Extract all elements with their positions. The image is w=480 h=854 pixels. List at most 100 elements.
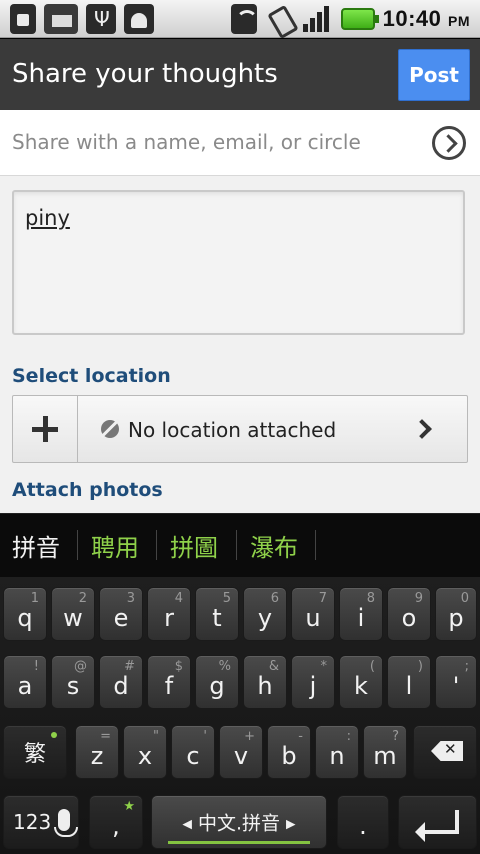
enter-icon	[419, 810, 459, 834]
key-label: x	[137, 742, 153, 770]
location-value: No location attached	[128, 418, 337, 442]
key-apostrophe[interactable]: ; '	[435, 655, 477, 709]
lock-icon	[10, 4, 36, 34]
key-r[interactable]: 4r	[147, 587, 191, 641]
period-key[interactable]: .	[337, 795, 389, 849]
key-label: a	[17, 672, 33, 700]
share-with-row[interactable]: Share with a name, email, or circle	[0, 110, 480, 176]
key-g[interactable]: % g	[195, 655, 239, 709]
space-indicator	[168, 841, 310, 844]
select-location-label: Select location	[12, 365, 171, 387]
backspace-key[interactable]	[413, 725, 477, 779]
chevron-right-icon[interactable]	[412, 419, 432, 439]
candidate-divider	[156, 530, 157, 560]
key-label: n	[329, 742, 345, 770]
no-location-icon	[101, 420, 119, 438]
traditional-chinese-key[interactable]: 繁	[3, 725, 67, 779]
numbers-voice-key[interactable]: 123	[3, 795, 79, 849]
key-b[interactable]: -b	[267, 725, 311, 779]
key-label: i	[357, 604, 365, 632]
enter-key[interactable]	[398, 795, 477, 849]
key-h[interactable]: & h	[243, 655, 287, 709]
key-y[interactable]: 6y	[243, 587, 287, 641]
candidate-item[interactable]: 拼圖	[170, 528, 218, 563]
compose-form: Share with a name, email, or circle piny…	[0, 110, 480, 513]
post-button[interactable]: Post	[398, 49, 470, 101]
key-w[interactable]: 2w	[51, 587, 95, 641]
space-label: ◂ 中文.拼音 ▸	[182, 812, 296, 835]
key-label: w	[63, 604, 83, 632]
key-label: q	[17, 604, 33, 632]
android-debug-icon	[124, 4, 154, 34]
key-label: p	[448, 604, 464, 632]
key-label: '	[452, 672, 460, 700]
key-j[interactable]: * j	[291, 655, 335, 709]
key-label: s	[66, 672, 80, 700]
key-e[interactable]: 3e	[99, 587, 143, 641]
page-title: Share your thoughts	[12, 59, 278, 89]
key-u[interactable]: 7u	[291, 587, 335, 641]
key-label: d	[113, 672, 129, 700]
key-label: r	[164, 604, 174, 632]
key-label: 繁	[23, 742, 46, 767]
key-label: .	[359, 812, 367, 840]
key-label: g	[209, 672, 225, 700]
key-label: j	[309, 672, 317, 700]
key-n[interactable]: :n	[315, 725, 359, 779]
key-p[interactable]: 0p	[435, 587, 477, 641]
microphone-icon	[54, 809, 78, 837]
key-label: z	[90, 742, 104, 770]
candidate-item[interactable]: 拼音	[12, 528, 60, 563]
candidate-divider	[236, 530, 237, 560]
usb-icon	[86, 4, 116, 34]
key-k[interactable]: (k	[339, 655, 383, 709]
vibrate-icon	[265, 4, 293, 34]
key-label: u	[305, 604, 321, 632]
mail-icon	[44, 4, 78, 34]
key-i[interactable]: 8i	[339, 587, 383, 641]
key-f[interactable]: $ f	[147, 655, 191, 709]
circle-arrow-right-icon[interactable]	[432, 126, 466, 160]
key-z[interactable]: = z	[75, 725, 119, 779]
key-s[interactable]: @ s	[51, 655, 95, 709]
candidate-item[interactable]: 聘用	[91, 528, 139, 563]
key-a[interactable]: ! a	[3, 655, 47, 709]
key-label: o	[401, 604, 417, 632]
app-header: Share your thoughts Post	[0, 39, 480, 110]
ime-candidate-bar: 拼音 聘用 拼圖 瀑布	[0, 513, 480, 577]
key-label: t	[212, 604, 222, 632]
key-m[interactable]: ? m	[363, 725, 407, 779]
status-bar: 10:40 PM	[0, 0, 480, 38]
key-x[interactable]: " x	[123, 725, 167, 779]
key-label: e	[113, 604, 129, 632]
soft-keyboard: 1q 2w 3e 4r 5t 6y 7u 8i 9o 0p ! a @ s # d $…	[0, 577, 480, 854]
key-label: l	[405, 672, 413, 700]
key-label: b	[281, 742, 297, 770]
attach-photos-label: Attach photos	[12, 479, 163, 501]
ime-language-label: 中文.拼音	[197, 812, 281, 835]
key-label: f	[164, 672, 174, 700]
key-c[interactable]: ' c	[171, 725, 215, 779]
key-o[interactable]: 9o	[387, 587, 431, 641]
candidate-item[interactable]: 瀑布	[250, 528, 298, 563]
add-location-button[interactable]	[13, 396, 78, 462]
signal-icon	[301, 4, 333, 34]
candidate-divider	[315, 530, 316, 560]
comma-key[interactable]: ★,	[89, 795, 143, 849]
key-label: ,	[112, 812, 120, 840]
key-v[interactable]: + v	[219, 725, 263, 779]
key-t[interactable]: 5t	[195, 587, 239, 641]
key-d[interactable]: # d	[99, 655, 143, 709]
key-q[interactable]: 1q	[3, 587, 47, 641]
post-text-area[interactable]: piny	[12, 190, 465, 335]
space-key[interactable]: ◂ 中文.拼音 ▸	[151, 795, 327, 849]
share-with-input[interactable]: Share with a name, email, or circle	[12, 130, 361, 154]
key-label: c	[186, 742, 200, 770]
wifi-icon	[230, 4, 258, 34]
key-label: h	[257, 672, 273, 700]
post-text-value: piny	[25, 206, 70, 230]
key-l[interactable]: ) l	[387, 655, 431, 709]
location-row[interactable]: No location attached	[12, 395, 468, 463]
clock: 10:40 PM	[383, 6, 470, 32]
backspace-icon	[431, 741, 463, 761]
